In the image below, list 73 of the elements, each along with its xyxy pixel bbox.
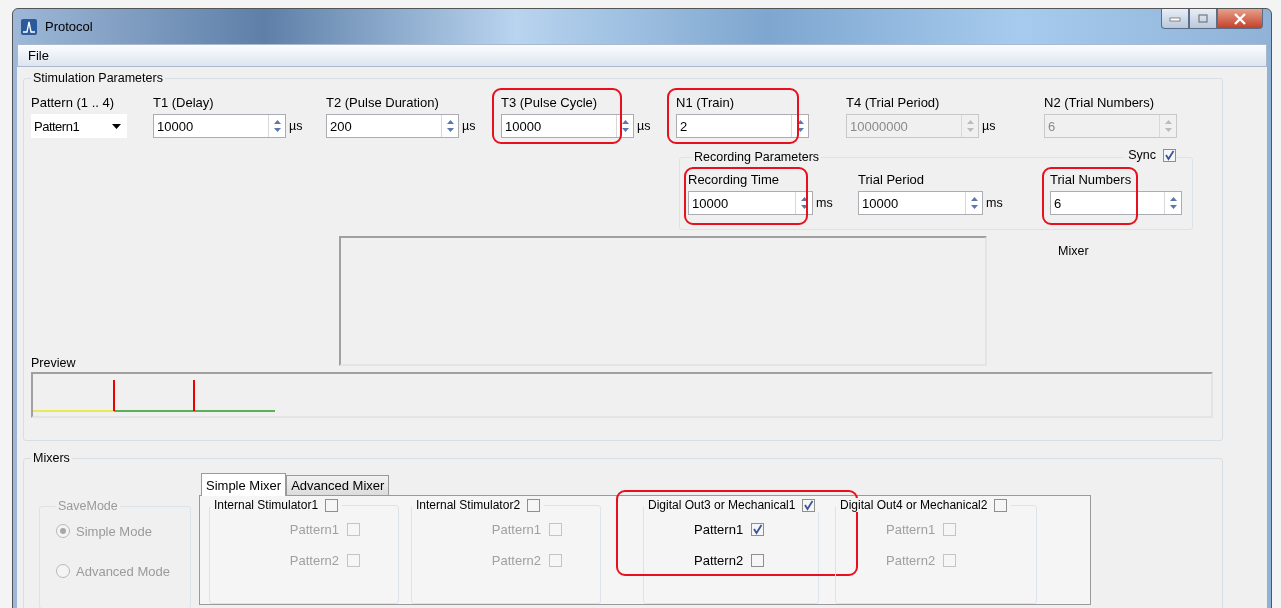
unit-label: µs: [289, 119, 303, 133]
minimize-icon: [1169, 15, 1181, 22]
spin-field[interactable]: 2: [676, 114, 809, 138]
checkbox-label: Pattern2: [491, 552, 541, 568]
field-label: T1 (Delay): [153, 95, 215, 110]
checkbox-label: Pattern2: [694, 552, 744, 568]
group-title: Internal Stimulator2: [416, 498, 521, 512]
tab[interactable]: Simple Mixer: [201, 473, 287, 496]
waveform-icon: [21, 18, 37, 35]
mixer-label: Mixer: [1058, 244, 1089, 258]
group-title: SaveMode: [57, 499, 119, 513]
spin-field[interactable]: 200: [326, 114, 459, 138]
spin-field[interactable]: 10000: [153, 114, 286, 138]
checkbox[interactable]: [527, 498, 541, 512]
maximize-icon: [1197, 13, 1209, 24]
checkmark-icon: [803, 499, 815, 511]
unit-label: µs: [637, 119, 651, 133]
field-label: N2 (Trial Numbers): [1044, 95, 1156, 110]
minimize-button[interactable]: [1161, 9, 1189, 29]
group-title: Mixers: [32, 451, 71, 465]
close-button[interactable]: [1217, 9, 1263, 29]
field-label: Trial Period: [858, 172, 925, 187]
checkmark-icon: [752, 523, 764, 535]
checkbox[interactable]: [325, 498, 339, 512]
checkmark-icon: [1164, 149, 1175, 161]
menu-item[interactable]: File: [24, 48, 53, 63]
maximize-button[interactable]: [1189, 9, 1217, 29]
close-icon: [1233, 12, 1247, 25]
spin-field[interactable]: 10000: [688, 191, 813, 215]
tab[interactable]: Advanced Mixer: [286, 475, 390, 495]
group-title: Digital Out4 or Mechanical2: [840, 498, 988, 512]
unit-label: ms: [816, 196, 833, 210]
field-label: N1 (Train): [676, 95, 736, 110]
field-label: T4 (Trial Period): [846, 95, 941, 110]
checkbox[interactable]: [943, 553, 957, 567]
radio-label: Simple Mode: [76, 523, 152, 539]
checkbox[interactable]: [943, 522, 957, 536]
radio-label: Advanced Mode: [76, 563, 170, 579]
checkbox[interactable]: [347, 522, 360, 536]
checkbox[interactable]: [1163, 148, 1176, 162]
checkbox-label: Pattern2: [289, 552, 339, 568]
checkbox-label: Pattern1: [289, 521, 339, 537]
group-title: Stimulation Parameters: [32, 71, 164, 85]
checkbox-label: Pattern2: [886, 552, 936, 568]
unit-label: µs: [462, 119, 476, 133]
caret-icon: [112, 123, 121, 129]
spin-field[interactable]: 6: [1050, 191, 1182, 215]
checkbox-label: Sync: [1128, 148, 1156, 162]
checkbox[interactable]: [751, 522, 765, 536]
spin-field[interactable]: 10000: [501, 114, 634, 138]
pattern-dropdown[interactable]: Pattern1: [31, 114, 127, 138]
unit-label: ms: [986, 196, 1003, 210]
checkbox-label: Pattern1: [694, 521, 744, 537]
preview-label: Preview: [31, 356, 77, 370]
checkbox[interactable]: [994, 498, 1008, 512]
group-title: Digital Out3 or Mechanical1: [648, 498, 796, 512]
checkbox[interactable]: [802, 498, 816, 512]
field-label: Pattern (1 .. 4): [31, 95, 116, 110]
group-title: Recording Parameters: [693, 150, 821, 164]
group-title: Internal Stimulator1: [214, 498, 319, 512]
field-label: T2 (Pulse Duration): [326, 95, 440, 110]
checkbox-label: Pattern1: [886, 521, 936, 537]
spin-field[interactable]: 10000: [858, 191, 983, 215]
unit-label: µs: [982, 119, 996, 133]
checkbox-label: Pattern1: [491, 521, 541, 537]
window-title: Protocol: [45, 19, 93, 34]
checkbox[interactable]: [751, 553, 765, 567]
checkbox[interactable]: [549, 522, 562, 536]
field-label: Trial Numbers: [1050, 172, 1133, 187]
field-label: Recording Time: [688, 172, 781, 187]
checkbox[interactable]: [549, 553, 562, 567]
checkbox[interactable]: [347, 553, 360, 567]
field-label: T3 (Pulse Cycle): [501, 95, 599, 110]
